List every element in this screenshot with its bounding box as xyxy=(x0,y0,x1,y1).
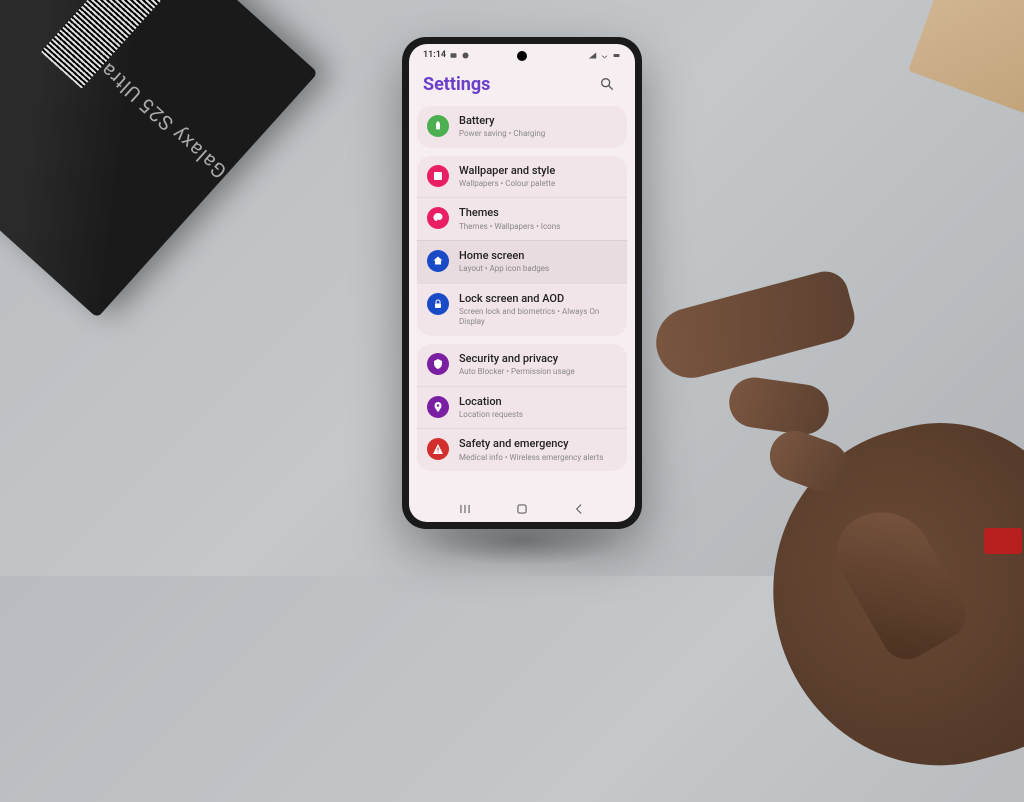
settings-item-title: Security and privacy xyxy=(459,352,617,366)
settings-group: Wallpaper and style Wallpapers • Colour … xyxy=(417,156,627,336)
red-card-prop xyxy=(984,528,1022,554)
wifi-icon xyxy=(600,51,609,60)
home-nav-icon xyxy=(515,502,529,516)
settings-item-title: Location xyxy=(459,395,617,409)
battery-status-icon xyxy=(612,51,621,60)
settings-item-wallpaper[interactable]: Wallpaper and style Wallpapers • Colour … xyxy=(417,156,627,198)
emergency-icon xyxy=(427,438,449,460)
hand-prop xyxy=(604,166,1024,686)
location-icon xyxy=(427,396,449,418)
phone-frame: 11:14 Setting xyxy=(402,37,642,529)
search-icon xyxy=(599,76,615,92)
settings-item-subtitle: Power saving • Charging xyxy=(459,129,617,139)
settings-group: Battery Power saving • Charging xyxy=(417,106,627,148)
settings-item-subtitle: Themes • Wallpapers • Icons xyxy=(459,222,617,232)
settings-item-battery[interactable]: Battery Power saving • Charging xyxy=(417,106,627,148)
settings-item-emergency[interactable]: Safety and emergency Medical info • Wire… xyxy=(417,428,627,471)
phone-screen: 11:14 Setting xyxy=(409,44,635,522)
settings-item-title: Wallpaper and style xyxy=(459,164,617,178)
settings-item-location[interactable]: Location Location requests xyxy=(417,386,627,429)
notification-icon-2 xyxy=(461,51,470,60)
settings-item-title: Lock screen and AOD xyxy=(459,292,617,306)
navigation-bar xyxy=(409,496,635,522)
settings-item-subtitle: Layout • App icon badges xyxy=(459,264,617,274)
status-bar: 11:14 xyxy=(409,44,635,66)
settings-item-subtitle: Screen lock and biometrics • Always On D… xyxy=(459,307,617,328)
settings-item-subtitle: Location requests xyxy=(459,410,617,420)
settings-item-security[interactable]: Security and privacy Auto Blocker • Perm… xyxy=(417,344,627,386)
signal-icon xyxy=(588,51,597,60)
settings-item-subtitle: Wallpapers • Colour palette xyxy=(459,179,617,189)
settings-item-home-screen[interactable]: Home screen Layout • App icon badges xyxy=(417,240,627,283)
shield-icon xyxy=(427,353,449,375)
notification-icon xyxy=(449,51,458,60)
settings-header: Settings xyxy=(409,66,635,106)
battery-icon xyxy=(427,115,449,137)
search-button[interactable] xyxy=(593,70,621,98)
page-title: Settings xyxy=(423,74,490,95)
settings-item-subtitle: Medical info • Wireless emergency alerts xyxy=(459,453,617,463)
recents-icon xyxy=(458,502,472,516)
settings-list[interactable]: Battery Power saving • Charging Wallpape… xyxy=(409,106,635,496)
settings-item-title: Themes xyxy=(459,206,617,220)
home-icon xyxy=(427,250,449,272)
product-name: Galaxy S25 Ultra xyxy=(95,58,231,184)
settings-item-title: Safety and emergency xyxy=(459,437,617,451)
back-button[interactable] xyxy=(569,499,589,519)
settings-item-themes[interactable]: Themes Themes • Wallpapers • Icons xyxy=(417,197,627,240)
status-time: 11:14 xyxy=(423,50,446,60)
themes-icon xyxy=(427,207,449,229)
settings-item-title: Battery xyxy=(459,114,617,128)
product-box-prop: Galaxy S25 Ultra xyxy=(0,0,318,318)
settings-item-lock-screen[interactable]: Lock screen and AOD Screen lock and biom… xyxy=(417,283,627,336)
settings-item-title: Home screen xyxy=(459,249,617,263)
wood-prop xyxy=(908,0,1024,122)
home-button[interactable] xyxy=(512,499,532,519)
settings-item-subtitle: Auto Blocker • Permission usage xyxy=(459,367,617,377)
back-icon xyxy=(572,502,586,516)
lock-icon xyxy=(427,293,449,315)
settings-group: Security and privacy Auto Blocker • Perm… xyxy=(417,344,627,471)
recents-button[interactable] xyxy=(455,499,475,519)
wallpaper-icon xyxy=(427,165,449,187)
